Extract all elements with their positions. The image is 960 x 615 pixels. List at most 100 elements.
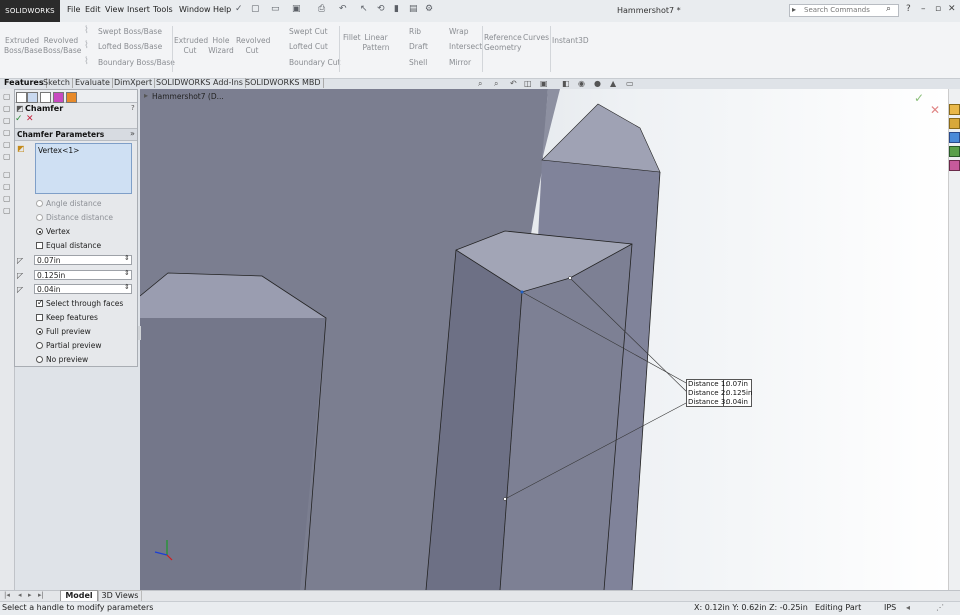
help-icon[interactable]: ? [906, 4, 911, 14]
search-scope-icon[interactable]: ▸ [792, 5, 796, 14]
swept-boss-button[interactable]: Swept Boss/Base [98, 27, 162, 36]
angle-distance-radio[interactable] [36, 200, 43, 207]
pin-icon[interactable]: ✓ [235, 4, 243, 14]
tab-features[interactable]: Features [2, 78, 47, 88]
view-settings-icon[interactable]: ▭ [626, 79, 634, 88]
menu-view[interactable]: View [105, 5, 124, 14]
design-library-icon[interactable] [949, 118, 960, 129]
menu-file[interactable]: File [67, 5, 80, 14]
boundary-boss-button[interactable]: Boundary Boss/Base [98, 58, 175, 67]
boundary-cut-button[interactable]: Boundary Cut [289, 58, 340, 67]
last-tab-icon[interactable]: ▸| [38, 591, 44, 599]
confirm-ok-icon[interactable]: ✓ [914, 91, 924, 105]
print-icon[interactable]: ⎙ [318, 4, 325, 14]
property-manager-tab[interactable] [27, 92, 38, 103]
menu-insert[interactable]: Insert [127, 5, 150, 14]
prev-tab-icon[interactable]: ◂ [18, 591, 22, 599]
panel-splitter[interactable] [138, 326, 141, 340]
strip-icon[interactable]: ▢ [3, 206, 11, 215]
wrap-button[interactable]: Wrap [449, 27, 469, 36]
menu-window[interactable]: Window [179, 5, 211, 14]
strip-icon[interactable]: ▢ [3, 104, 11, 113]
hole-wizard-button[interactable]: Hole Wizard [208, 36, 234, 56]
display-manager-tab[interactable] [66, 92, 77, 103]
swept-cut-button[interactable]: Swept Cut [289, 27, 328, 36]
select-icon[interactable]: ↖ [360, 4, 368, 14]
strip-icon[interactable]: ▢ [3, 152, 11, 161]
ok-icon[interactable]: ✓ [15, 114, 23, 124]
linear-pattern-button[interactable]: Linear Pattern [362, 33, 390, 53]
distance2-spinner[interactable]: ⇕ [124, 269, 130, 277]
callout-distance1-value[interactable]: 0.07in [726, 380, 748, 388]
intersect-button[interactable]: Intersect [449, 42, 482, 51]
distance-handle[interactable] [568, 276, 572, 280]
undo-icon[interactable]: ↶ [339, 4, 347, 14]
equal-distance-checkbox[interactable] [36, 242, 43, 249]
vertex-handle[interactable] [520, 290, 524, 294]
vertex-radio[interactable] [36, 228, 43, 235]
dimxpert-manager-tab[interactable] [53, 92, 64, 103]
hide-show-icon[interactable]: ◉ [578, 79, 585, 88]
extruded-cut-button[interactable]: Extruded Cut [174, 36, 208, 56]
distance2-field[interactable]: 0.125in [34, 270, 132, 280]
new-document-icon[interactable]: ▢ [251, 4, 260, 14]
tree-expand-icon[interactable]: ▸ [144, 91, 148, 100]
strip-icon[interactable]: ▢ [3, 128, 11, 137]
search-icon[interactable]: ⌕ [886, 4, 891, 14]
distance1-spinner[interactable]: ⇕ [124, 254, 130, 262]
revolved-boss-button[interactable]: Revolved Boss/Base [43, 36, 81, 56]
file-properties-icon[interactable]: ▤ [409, 4, 418, 14]
strip-icon[interactable]: ▢ [3, 170, 11, 179]
partial-preview-radio[interactable] [36, 342, 43, 349]
collapse-icon[interactable]: » [130, 129, 135, 138]
strip-icon[interactable]: ▢ [3, 116, 11, 125]
instant3d-button[interactable]: Instant3D [552, 36, 589, 45]
appearance-icon[interactable]: ● [594, 79, 601, 88]
keep-features-checkbox[interactable] [36, 314, 43, 321]
reference-geometry-button[interactable]: Reference Geometry [484, 33, 522, 53]
mirror-button[interactable]: Mirror [449, 58, 471, 67]
section-view-icon[interactable]: ◫ [524, 79, 532, 88]
open-icon[interactable]: ▭ [271, 4, 280, 14]
selection-item[interactable]: Vertex<1> [38, 146, 79, 155]
strip-icon[interactable]: ▢ [3, 182, 11, 191]
first-tab-icon[interactable]: |◂ [4, 591, 10, 599]
menu-tools[interactable]: Tools [153, 5, 173, 14]
menu-edit[interactable]: Edit [85, 5, 101, 14]
distance-distance-radio[interactable] [36, 214, 43, 221]
shell-button[interactable]: Shell [409, 58, 427, 67]
menu-help[interactable]: Help [213, 5, 231, 14]
close-icon[interactable]: ✕ [948, 4, 956, 14]
distance-handle[interactable] [503, 497, 507, 501]
tab-evaluate[interactable]: Evaluate [73, 78, 113, 88]
lofted-cut-button[interactable]: Lofted Cut [289, 42, 328, 51]
zoom-to-fit-icon[interactable]: ⌕ [478, 79, 482, 89]
display-style-icon[interactable]: ◧ [562, 79, 570, 88]
revolved-cut-button[interactable]: Revolved Cut [236, 36, 270, 56]
scene-icon[interactable]: ▲ [610, 79, 616, 88]
distance1-field[interactable]: 0.07in [34, 255, 132, 265]
zoom-area-icon[interactable]: ⌕ [494, 79, 498, 89]
no-preview-radio[interactable] [36, 356, 43, 363]
minimize-icon[interactable]: – [921, 4, 926, 14]
tab-mbd[interactable]: SOLIDWORKS MBD [243, 78, 324, 88]
tab-sketch[interactable]: Sketch [41, 78, 73, 88]
cancel-icon[interactable]: ✕ [26, 114, 34, 124]
fillet-button[interactable]: Fillet [343, 33, 361, 42]
part-model[interactable] [140, 89, 948, 590]
callout-distance2-value[interactable]: 0.125in [726, 389, 752, 397]
draft-button[interactable]: Draft [409, 42, 428, 51]
options-icon[interactable]: ⚙ [425, 4, 433, 14]
callout-distance3-value[interactable]: 0.04in [726, 398, 748, 406]
configuration-manager-tab[interactable] [40, 92, 51, 103]
strip-icon[interactable]: ▢ [3, 194, 11, 203]
distance3-field[interactable]: 0.04in [34, 284, 132, 294]
extruded-boss-button[interactable]: Extruded Boss/Base [4, 36, 42, 56]
view-orientation-icon[interactable]: ▣ [540, 79, 548, 88]
confirm-cancel-icon[interactable]: ✕ [930, 103, 940, 117]
graphics-area[interactable] [140, 89, 948, 590]
strip-icon[interactable]: ▢ [3, 92, 11, 101]
next-tab-icon[interactable]: ▸ [28, 591, 32, 599]
feature-manager-tab[interactable] [16, 92, 27, 103]
tab-addins[interactable]: SOLIDWORKS Add-Ins [154, 78, 246, 88]
